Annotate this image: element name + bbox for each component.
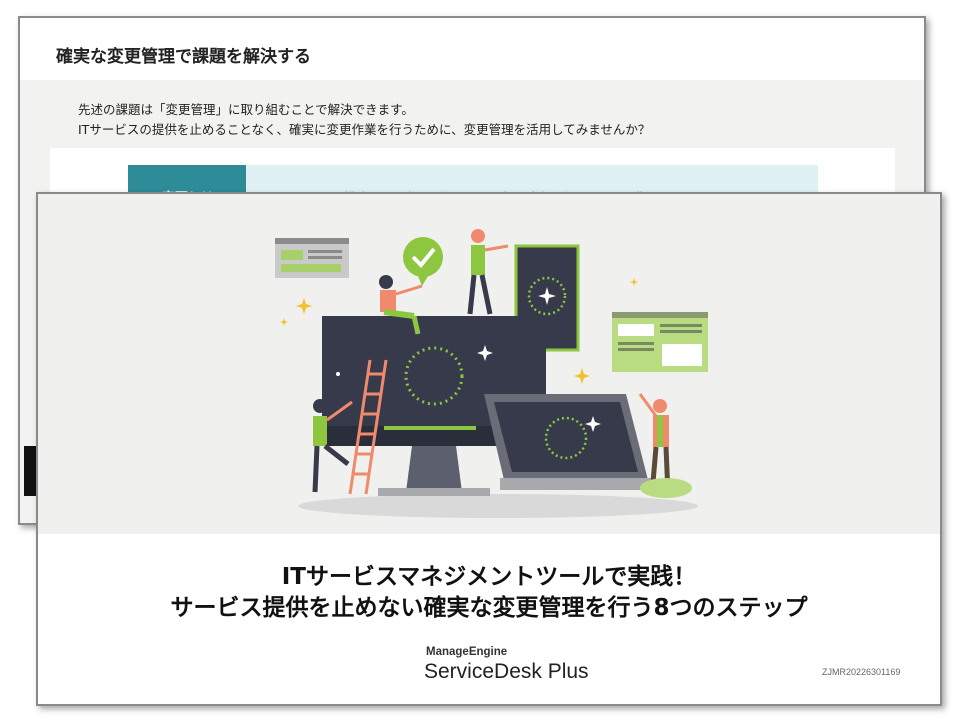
person-top-icon (467, 229, 509, 315)
headline-line-2: サービス提供を止めない確実な変更管理を行う8つのステップ (170, 595, 808, 621)
window-card-left-icon (275, 238, 349, 278)
intro-line-2: ITサービスの提供を止めることなく、確実に変更作業を行うために、変更管理を活用し… (78, 122, 651, 137)
back-slide-intro: 先述の課題は「変更管理」に取り組むことで解決できます。 ITサービスの提供を止め… (78, 100, 650, 140)
hero-illustration-svg (275, 229, 708, 518)
back-slide-title: 確実な変更管理で課題を解決する (56, 47, 311, 67)
floor-shadow (298, 494, 698, 518)
brand-product: ServiceDesk Plus (424, 660, 589, 683)
window-card-right-icon (612, 312, 708, 372)
back-slide-header: 確実な変更管理で課題を解決する (20, 18, 924, 80)
cover-headline: ITサービスマネジメントツールで実践！ サービス提供を止めない確実な変更管理を行… (38, 562, 940, 624)
headline-line-1: ITサービスマネジメントツールで実践！ (281, 564, 697, 590)
cover-slide: ITサービスマネジメントツールで実践！ サービス提供を止めない確実な変更管理を行… (36, 192, 942, 706)
check-badge-icon (403, 237, 443, 286)
laptop-icon (484, 394, 652, 490)
document-code: ZJMR20226301169 (822, 667, 901, 677)
bush-icon (640, 478, 692, 498)
hero-illustration (38, 194, 940, 534)
brand-company: ManageEngine (426, 646, 508, 658)
intro-line-1: 先述の課題は「変更管理」に取り組むことで解決できます。 (78, 102, 414, 117)
